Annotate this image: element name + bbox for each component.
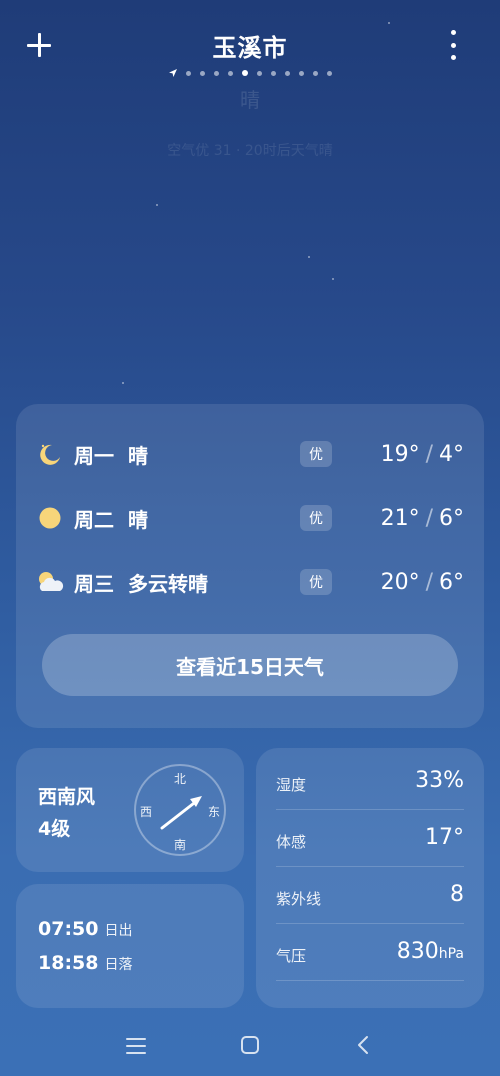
star — [156, 204, 158, 206]
aqi-badge: 优 — [300, 441, 332, 467]
uv-row: 紫外线 8 — [276, 868, 464, 924]
humidity-label: 湿度 — [276, 776, 307, 794]
feels-like-label: 体感 — [276, 833, 307, 851]
page-dot — [256, 70, 262, 76]
page-indicator[interactable] — [0, 69, 500, 77]
feels-like-value: 17° — [425, 825, 464, 850]
humidity-row: 湿度 33% — [276, 754, 464, 810]
page-dot — [227, 70, 233, 76]
page-dot — [326, 70, 332, 76]
page-dot — [284, 70, 290, 76]
city-title: 玉溪市 — [212, 34, 288, 62]
current-condition-faded: 晴 — [240, 88, 260, 112]
more-menu-button[interactable] — [446, 30, 460, 60]
forecast-condition: 多云转晴 — [128, 571, 208, 596]
forecast-temps: 21°/6° — [380, 505, 464, 531]
back-button[interactable] — [356, 1034, 370, 1056]
forecast-day: 周三 — [74, 571, 114, 596]
home-button[interactable] — [241, 1036, 259, 1054]
aqi-badge: 优 — [300, 505, 332, 531]
sun-icon — [39, 507, 61, 529]
page-dot — [312, 70, 318, 76]
uv-value: 8 — [450, 882, 464, 907]
humidity-value: 33% — [415, 768, 464, 793]
forecast-row[interactable]: 周一 晴 优 19°/4° — [16, 434, 484, 474]
partly-cloudy-icon — [39, 572, 64, 591]
pressure-value: 830hPa — [396, 939, 464, 964]
sunset-label: 日落 — [104, 957, 133, 973]
pressure-label: 气压 — [276, 947, 307, 965]
sunset-time: 18:58 — [38, 952, 99, 974]
forecast-day: 周一 — [74, 443, 114, 468]
page-dot — [199, 70, 205, 76]
sunrise-sunset-card[interactable]: 07:50 日出 18:58 日落 — [16, 884, 244, 1008]
sunrise-row: 07:50 日出 — [38, 918, 132, 940]
moon-icon — [40, 444, 60, 465]
view-15-day-button[interactable]: 查看近15日天气 — [42, 634, 458, 696]
forecast-temps: 19°/4° — [380, 441, 464, 467]
current-summary-faded: 空气优 31 · 20时后天气晴 — [167, 143, 333, 159]
recent-apps-button[interactable] — [126, 1038, 146, 1054]
aqi-badge: 优 — [300, 569, 332, 595]
page-dot — [298, 70, 304, 76]
location-arrow-icon — [168, 69, 177, 77]
page-dot-active — [241, 70, 248, 76]
sunrise-time: 07:50 — [38, 918, 99, 940]
header: 玉溪市 — [0, 0, 500, 90]
sunrise-label: 日出 — [104, 923, 133, 939]
star — [332, 278, 334, 280]
forecast-row[interactable]: 周三 多云转晴 优 20°/6° — [16, 562, 484, 602]
star — [308, 256, 310, 258]
wind-level: 4级 — [38, 818, 71, 840]
feels-like-row: 体感 17° — [276, 811, 464, 867]
page-dot — [270, 70, 276, 76]
weather-details-card[interactable]: 湿度 33% 体感 17° 紫外线 8 气压 830hPa — [256, 748, 484, 1008]
forecast-row[interactable]: 周二 晴 优 21°/6° — [16, 498, 484, 538]
sunset-row: 18:58 日落 — [38, 952, 132, 974]
wind-card[interactable]: 西南风 4级 北 南 西 东 — [16, 748, 244, 872]
wind-compass: 北 南 西 东 — [134, 764, 226, 856]
wind-direction: 西南风 — [38, 786, 96, 808]
wind-arrow-icon — [160, 796, 202, 830]
forecast-temps: 20°/6° — [380, 569, 464, 595]
page-dot — [185, 70, 191, 76]
pressure-row: 气压 830hPa — [276, 925, 464, 981]
forecast-day: 周二 — [74, 507, 114, 532]
star — [122, 382, 124, 384]
forecast-card: 周一 晴 优 19°/4° 周二 晴 优 21°/6° 周三 多云转晴 优 20… — [16, 404, 484, 728]
forecast-condition: 晴 — [128, 443, 148, 468]
system-nav-bar — [0, 1026, 500, 1066]
page-dot — [213, 70, 219, 76]
uv-label: 紫外线 — [276, 890, 322, 908]
forecast-condition: 晴 — [128, 507, 148, 532]
